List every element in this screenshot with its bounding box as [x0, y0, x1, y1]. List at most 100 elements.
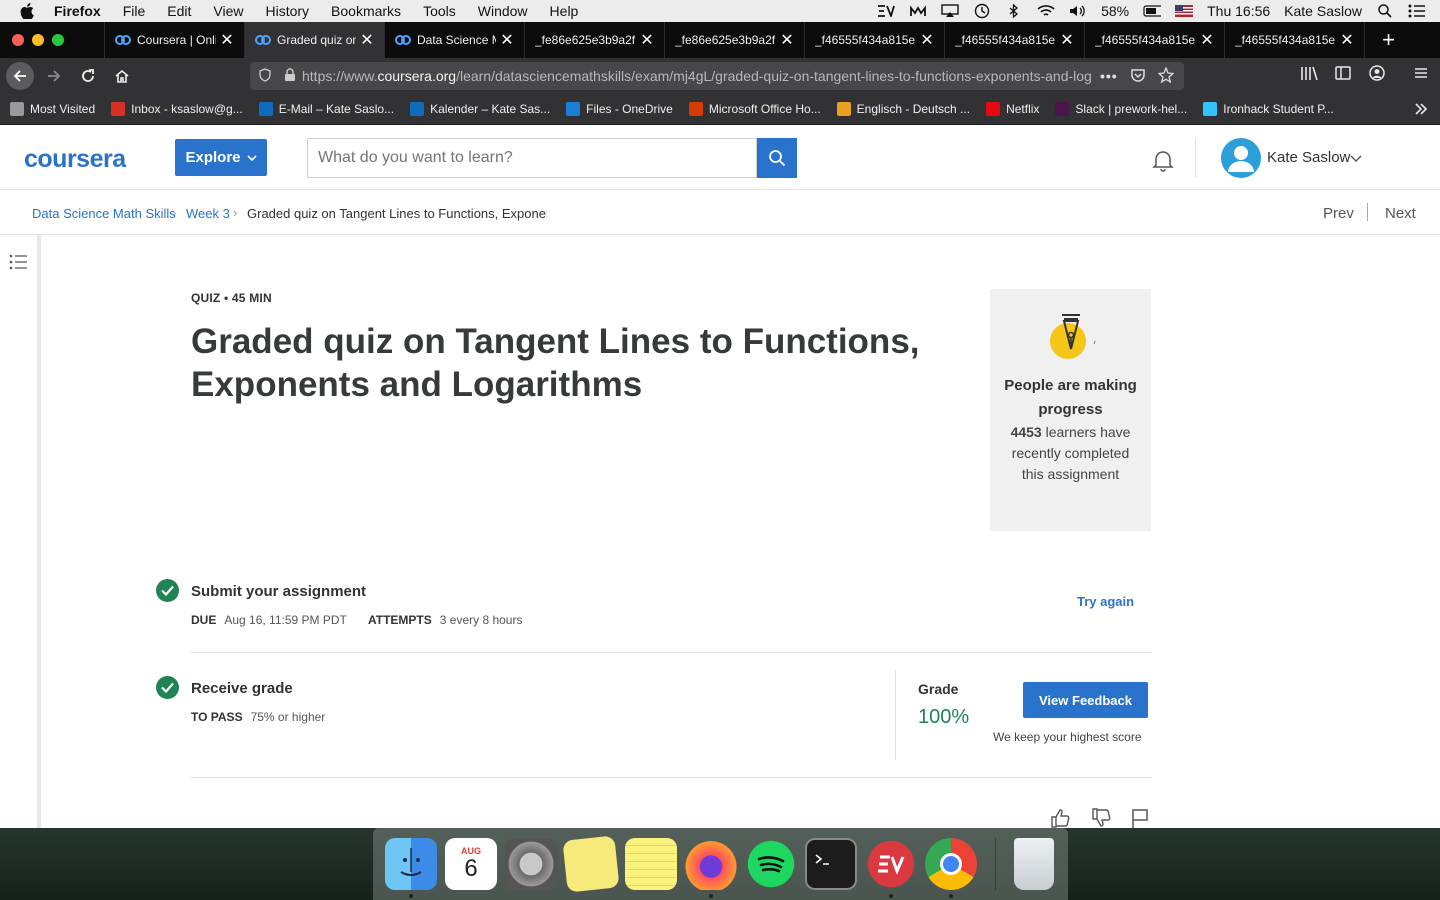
outline-list-icon[interactable] — [9, 253, 29, 271]
menu-help[interactable]: Help — [550, 3, 579, 19]
coursera-logo[interactable]: coursera — [24, 145, 126, 174]
library-icon[interactable] — [1300, 64, 1318, 87]
firefox-icon[interactable] — [685, 838, 737, 898]
us-flag-icon[interactable] — [1175, 4, 1194, 18]
avatar[interactable] — [1221, 138, 1261, 178]
account-icon[interactable] — [1368, 64, 1386, 87]
bookmark-item[interactable]: Slack | prework-hel... — [1055, 102, 1187, 116]
expressvpn-status-icon[interactable] — [877, 4, 895, 18]
reload-button[interactable] — [74, 62, 102, 90]
browser-tab[interactable]: _fe86e625e3b9a2f ✕ — [524, 22, 664, 58]
tab-close-icon[interactable]: ✕ — [780, 30, 794, 50]
bookmark-item[interactable]: Netflix — [986, 102, 1039, 116]
home-button[interactable] — [108, 62, 136, 90]
sidebar-toggle-icon[interactable] — [1334, 64, 1352, 87]
bookmark-item[interactable]: Microsoft Office Ho... — [688, 102, 821, 116]
bookmark-star-icon[interactable] — [1157, 65, 1175, 86]
browser-tab[interactable]: _fe86e625e3b9a2f ✕ — [664, 22, 804, 58]
prev-link[interactable]: Prev — [1323, 205, 1354, 222]
battery-icon[interactable] — [1143, 4, 1162, 18]
time-machine-icon[interactable] — [973, 3, 991, 19]
calendar-app-icon[interactable]: AUG 6 — [445, 838, 497, 890]
notifications-bell-icon[interactable] — [1150, 147, 1176, 173]
spotlight-search-icon[interactable] — [1376, 4, 1394, 18]
menu-bookmarks[interactable]: Bookmarks — [331, 3, 401, 19]
mendeley-icon[interactable] — [909, 4, 927, 18]
bookmark-item[interactable]: Inbox - ksaslow@g... — [111, 102, 243, 116]
thumbs-up-icon[interactable] — [1050, 807, 1072, 828]
chrome-icon[interactable] — [925, 838, 977, 898]
bookmarks-overflow-icon[interactable] — [1414, 102, 1428, 119]
spotify-icon[interactable] — [745, 838, 797, 890]
system-preferences-icon[interactable] — [505, 838, 557, 890]
url-bar[interactable]: https://www.coursera.org/learn/datascien… — [250, 62, 1184, 90]
search-input[interactable] — [307, 138, 757, 178]
browser-tab[interactable]: Coursera | Online ✕ — [104, 22, 244, 58]
tab-close-icon[interactable]: ✕ — [640, 30, 654, 50]
explore-button[interactable]: Explore — [175, 139, 267, 176]
airplay-icon[interactable] — [941, 4, 959, 18]
menu-app-name[interactable]: Firefox — [54, 3, 101, 19]
search-button[interactable] — [757, 138, 797, 178]
forward-button[interactable] — [40, 62, 68, 90]
close-window-button[interactable] — [12, 34, 24, 46]
zoom-window-button[interactable] — [52, 34, 64, 46]
breadcrumb-course[interactable]: Data Science Math Skills — [32, 206, 176, 221]
menu-file[interactable]: File — [123, 3, 146, 19]
menu-history[interactable]: History — [265, 3, 309, 19]
menu-tools[interactable]: Tools — [423, 3, 456, 19]
report-flag-icon[interactable] — [1130, 807, 1152, 828]
volume-icon[interactable] — [1069, 4, 1087, 18]
browser-tab[interactable]: Graded quiz on ✕ — [244, 22, 384, 58]
wifi-icon[interactable] — [1037, 4, 1055, 18]
trash-icon[interactable] — [1014, 838, 1054, 890]
browser-tab[interactable]: _f46555f434a815e ✕ — [804, 22, 944, 58]
bookmark-item[interactable]: Most Visited — [10, 102, 95, 116]
next-link[interactable]: Next — [1385, 205, 1416, 222]
tab-close-icon[interactable]: ✕ — [360, 30, 374, 50]
menubar-clock[interactable]: Thu 16:56 — [1207, 3, 1270, 19]
tab-close-icon[interactable]: ✕ — [1200, 30, 1214, 50]
browser-tab[interactable]: _f46555f434a815e ✕ — [1224, 22, 1364, 58]
bluetooth-icon[interactable] — [1005, 4, 1023, 18]
stickies-icon[interactable] — [562, 835, 620, 893]
bookmark-item[interactable]: Englisch - Deutsch ... — [836, 102, 970, 116]
thumbs-down-icon[interactable] — [1091, 807, 1113, 828]
expressvpn-icon[interactable] — [865, 838, 917, 898]
tab-close-icon[interactable]: ✕ — [220, 30, 234, 50]
bookmark-item[interactable]: Kalender – Kate Sas... — [410, 102, 550, 116]
page-actions-icon[interactable]: ••• — [1100, 68, 1118, 84]
breadcrumb-week[interactable]: Week 3 — [186, 206, 230, 221]
new-tab-button[interactable]: + — [1364, 22, 1412, 58]
menu-window[interactable]: Window — [478, 3, 528, 19]
apple-logo-icon[interactable] — [20, 3, 36, 19]
menubar-user[interactable]: Kate Saslow — [1284, 3, 1362, 19]
bookmark-item[interactable]: Files - OneDrive — [566, 102, 673, 116]
browser-tab[interactable]: _f46555f434a815e ✕ — [1084, 22, 1224, 58]
bookmark-item[interactable]: Ironhack Student P... — [1203, 102, 1334, 116]
finder-icon[interactable] — [385, 838, 437, 898]
try-again-link[interactable]: Try again — [1077, 594, 1134, 609]
user-menu-chevron-icon[interactable] — [1350, 151, 1362, 163]
menu-view[interactable]: View — [213, 3, 243, 19]
tab-close-icon[interactable]: ✕ — [1060, 30, 1074, 50]
hamburger-menu-icon[interactable] — [1412, 64, 1430, 87]
browser-tab[interactable]: _f46555f434a815e ✕ — [944, 22, 1084, 58]
tab-close-icon[interactable]: ✕ — [920, 30, 934, 50]
browser-tab[interactable]: Data Science Math ✕ — [384, 22, 524, 58]
notification-center-icon[interactable] — [1408, 4, 1426, 18]
tracking-shield-icon[interactable] — [258, 67, 272, 85]
url-text[interactable]: https://www.coursera.org/learn/datascien… — [302, 68, 1092, 84]
pocket-icon[interactable] — [1130, 67, 1146, 86]
menu-edit[interactable]: Edit — [167, 3, 191, 19]
minimize-window-button[interactable] — [32, 34, 44, 46]
bookmark-item[interactable]: E-Mail – Kate Saslo... — [258, 102, 394, 116]
notes-icon[interactable] — [625, 838, 677, 890]
view-feedback-button[interactable]: View Feedback — [1023, 682, 1148, 718]
lock-icon[interactable] — [284, 67, 296, 85]
tab-close-icon[interactable]: ✕ — [1340, 30, 1354, 50]
tab-close-icon[interactable]: ✕ — [500, 30, 514, 50]
back-button[interactable] — [6, 62, 34, 90]
terminal-icon[interactable] — [805, 838, 857, 890]
user-name[interactable]: Kate Saslow — [1267, 149, 1350, 166]
